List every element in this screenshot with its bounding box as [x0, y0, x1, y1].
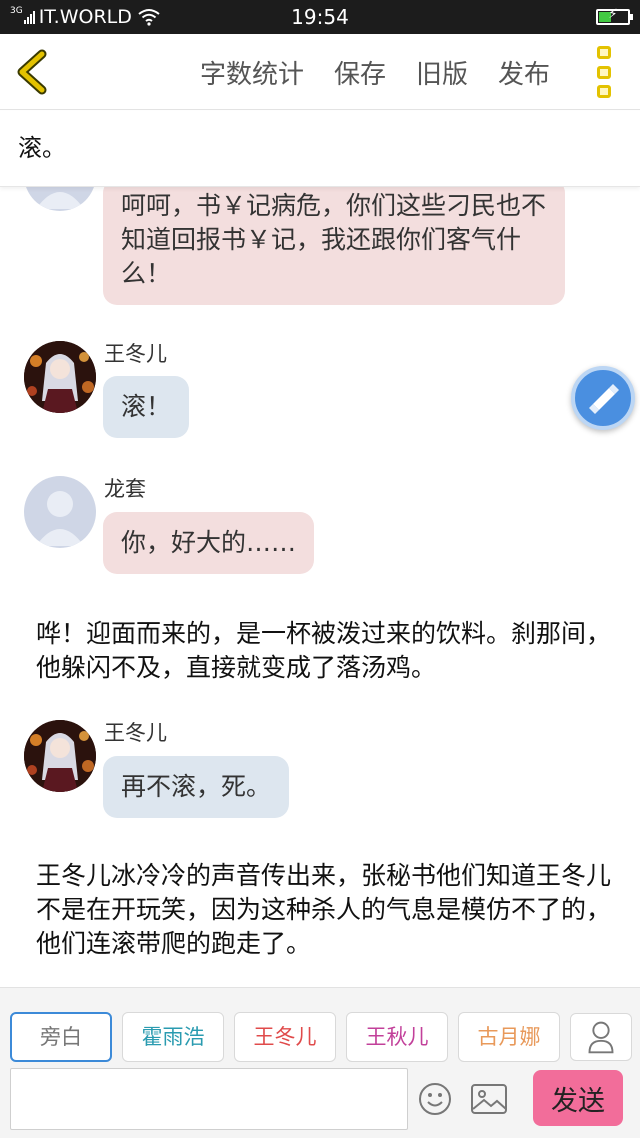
status-bar: 3G IT.WORLD 19:54 ⚡ — [0, 0, 640, 34]
narration-text[interactable]: 王冬儿冰冷冷的声音传出来，张秘书他们知道王冬儿不是在开玩笑，因为这种杀人的气息是… — [36, 859, 612, 961]
save-button[interactable]: 保存 — [334, 54, 386, 91]
more-icon[interactable] — [594, 46, 614, 98]
character-selector: 旁白 霍雨浩 王冬儿 王秋儿 古月娜 — [10, 1012, 570, 1062]
emoji-icon[interactable] — [418, 1082, 452, 1116]
clock: 19:54 — [291, 5, 349, 29]
speaker-name: 龙套 — [104, 477, 146, 501]
character-chip[interactable]: 王冬儿 — [234, 1012, 336, 1062]
message-bubble[interactable]: 你，好大的…… — [103, 512, 315, 574]
speaker-name: 王冬儿 — [104, 721, 167, 745]
character-chip[interactable]: 霍雨浩 — [122, 1012, 224, 1062]
chapter-title: 滚。 — [18, 134, 66, 162]
editor-toolbar: 字数统计 保存 旧版 发布 — [0, 34, 640, 110]
old-version-button[interactable]: 旧版 — [416, 54, 468, 91]
avatar[interactable] — [24, 476, 96, 548]
avatar[interactable] — [24, 720, 96, 792]
image-icon[interactable] — [470, 1082, 508, 1116]
character-chip[interactable]: 王秋儿 — [346, 1012, 448, 1062]
chapter-title-bar[interactable]: 滚。 — [0, 111, 640, 187]
message-bubble[interactable]: 呵呵，书￥记病危，你们这些刁民也不知道回报书￥记，我还跟你们客气什么！ — [103, 187, 565, 305]
float-edit-icon[interactable] — [571, 366, 635, 430]
speaker-name: 王冬儿 — [104, 342, 167, 366]
chat-content[interactable]: 呵呵，书￥记病危，你们这些刁民也不知道回报书￥记，我还跟你们客气什么！ 王冬儿 … — [0, 187, 640, 987]
compose-panel: 旁白 霍雨浩 王冬儿 王秋儿 古月娜 发送 — [0, 987, 640, 1138]
avatar[interactable] — [24, 341, 96, 413]
send-button[interactable]: 发送 — [533, 1070, 623, 1126]
publish-button[interactable]: 发布 — [498, 54, 550, 91]
character-chip-narrator[interactable]: 旁白 — [10, 1012, 112, 1062]
message-bubble[interactable]: 滚！ — [103, 376, 190, 438]
message-input[interactable] — [10, 1068, 408, 1130]
battery-icon: ⚡ — [596, 7, 633, 25]
back-icon[interactable] — [10, 48, 58, 96]
avatar[interactable] — [24, 187, 96, 211]
character-chip[interactable]: 古月娜 — [458, 1012, 560, 1062]
person-icon[interactable] — [570, 1013, 632, 1061]
narration-text[interactable]: 哗！迎面而来的，是一杯被泼过来的饮料。刹那间，他躲闪不及，直接就变成了落汤鸡。 — [36, 617, 612, 685]
message-bubble[interactable]: 再不滚，死。 — [103, 756, 290, 818]
word-count-button[interactable]: 字数统计 — [200, 54, 304, 91]
toolbar-actions: 字数统计 保存 旧版 发布 — [170, 34, 550, 110]
